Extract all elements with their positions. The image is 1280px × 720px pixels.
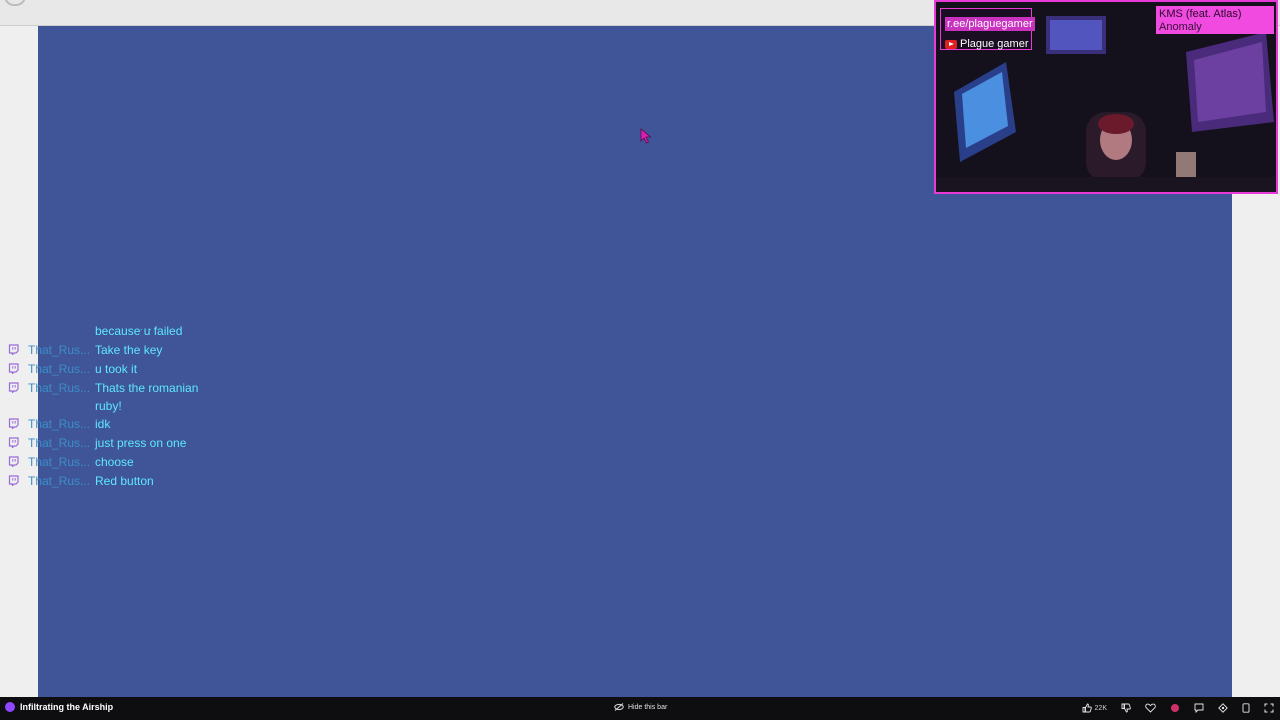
chat-text: idk [95,417,111,431]
chat-toggle-button[interactable] [1194,701,1204,715]
video-title[interactable]: Infiltrating the Airship [20,702,113,712]
dislike-button[interactable] [1121,701,1131,715]
hide-bar-label: Hide this bar [628,703,668,711]
chat-text: just press on one [95,436,187,450]
chat-text: Red button [95,474,154,488]
song-artist: Anomaly [1159,21,1202,33]
chat-bubble-icon [1194,703,1204,713]
theater-mode-button[interactable] [1242,701,1250,715]
bottom-bar-actions: 22K [1082,701,1274,715]
chat-message: That_Rus... Take the key [8,341,248,360]
video-title-area: Infiltrating the Airship [5,702,113,712]
chat-message: That_Rus... idk [8,415,248,434]
like-count: 22K [1094,704,1107,712]
now-playing: KMS (feat. Atlas) Anomaly [1156,6,1274,34]
webcam-overlay: r.ee/plaguegamer Plague gamer KMS (feat.… [934,0,1278,194]
chat-message: That_Rus... choose [8,453,248,472]
twitch-icon [8,382,19,393]
twitch-icon [8,344,19,355]
youtube-icon [945,39,957,49]
fullscreen-icon [1264,703,1274,713]
hide-bar-button[interactable]: Hide this bar [614,703,667,711]
chat-text: Thats the romanian ruby! [95,381,199,413]
chat-username: That_Rus... [28,417,91,431]
portrait-icon [1242,703,1250,713]
chat-username: That_Rus... [28,343,91,357]
chat-username: That_Rus... [28,455,91,469]
chat-username: That_Rus... [28,436,91,450]
thumbs-up-icon [1082,703,1092,713]
loading-arc-icon [4,0,26,6]
twitch-icon [8,437,19,448]
twitch-icon [8,475,19,486]
tag-button[interactable] [1218,701,1228,715]
channel-logo-icon[interactable] [5,702,15,712]
chat-text: because u failed [95,324,183,338]
chat-message: That_Rus... just press on one [8,434,248,453]
chat-message: That_Rus... u took it [8,360,248,379]
twitch-icon [8,363,19,374]
chat-message: That_Rus... Red button [8,472,248,491]
chat-message: because u failed [8,322,248,341]
youtube-label: Plague gamer [945,38,1029,50]
link-panel: r.ee/plaguegamer Plague gamer [940,8,1035,50]
chat-text: choose [95,455,134,469]
twitch-icon [8,418,19,429]
mouse-cursor-icon [640,128,652,144]
record-dot-icon [1171,704,1179,712]
fullscreen-button[interactable] [1264,701,1274,715]
diamond-icon [1218,703,1228,713]
heart-icon [1145,703,1156,713]
chat-text: Take the key [95,343,163,357]
link-text: r.ee/plaguegamer [945,17,1035,31]
chat-message: That_Rus... Thats the romanian ruby! [8,379,248,415]
thumbs-down-icon [1121,703,1131,713]
chat-username: That_Rus... [28,381,91,395]
like-button[interactable]: 22K [1082,701,1107,715]
chat-username: That_Rus... [28,362,91,376]
chat-text: u took it [95,362,138,376]
eye-off-icon [614,703,624,711]
youtube-text: Plague gamer [960,38,1029,50]
bottom-bar: Infiltrating the Airship Hide this bar 2… [0,697,1280,720]
favorite-button[interactable] [1145,701,1156,715]
chat-username: That_Rus... [28,474,91,488]
chat-overlay: because u failed That_Rus... Take the ke… [8,322,248,491]
song-title: KMS (feat. Atlas) [1159,8,1242,20]
record-button[interactable] [1170,701,1180,715]
twitch-icon [8,456,19,467]
